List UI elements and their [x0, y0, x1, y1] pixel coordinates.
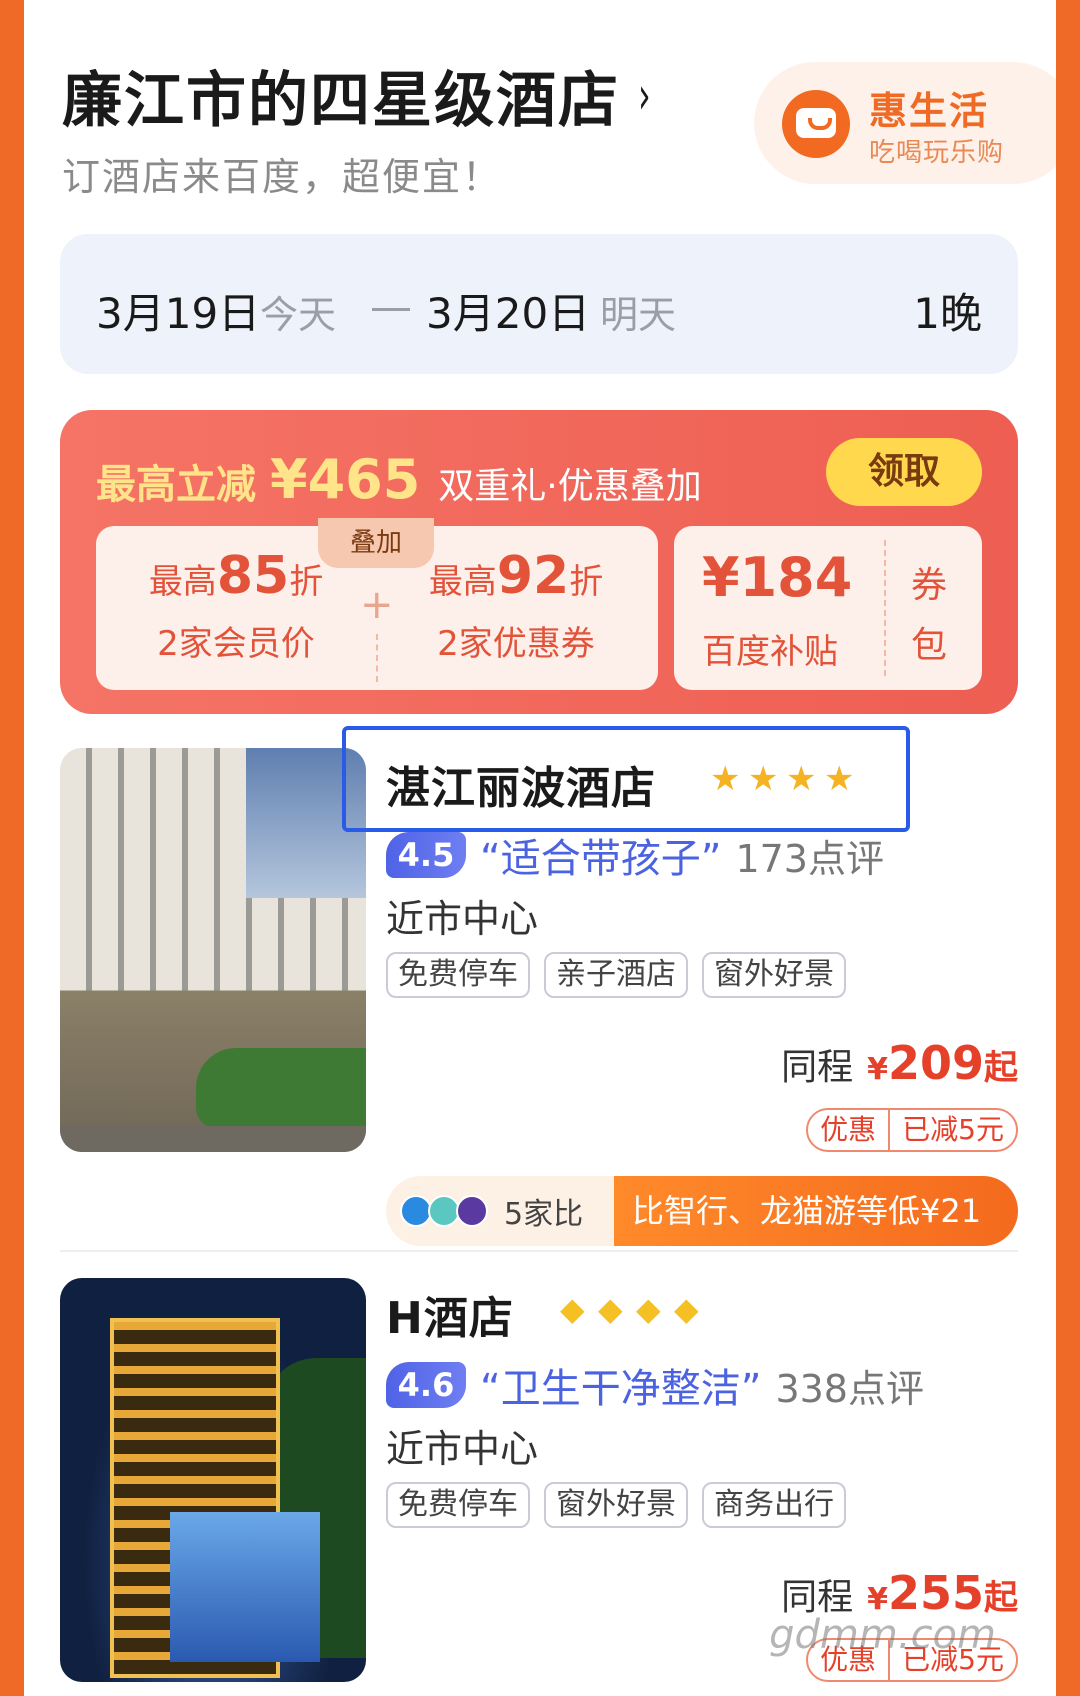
hotel-photo[interactable]	[60, 748, 366, 1152]
diamond-icon: ◆	[636, 1290, 661, 1328]
score-badge: 4.6	[386, 1362, 466, 1408]
coupon-badge: 优惠 已减5元	[806, 1108, 1018, 1152]
star-icon: ★	[824, 759, 855, 799]
hotel-tags: 免费停车 窗外好景 商务出行	[386, 1482, 846, 1528]
tag: 免费停车	[386, 952, 530, 998]
compare-left: 5家比	[386, 1176, 614, 1246]
page-title: 廉江市的四星级酒店	[62, 66, 620, 136]
currency-symbol: ¥	[867, 1052, 888, 1087]
rating-row: 4.5 “适合带孩子” 173点评	[386, 826, 884, 884]
promo-amount: ¥465	[270, 448, 421, 511]
compare-count: 5家比	[504, 1197, 584, 1232]
smile-bag-icon	[782, 90, 850, 158]
review-quote: “适合带孩子”	[480, 836, 722, 882]
coupon-left: 优惠	[808, 1110, 891, 1150]
hotel-card[interactable]: 湛江丽波酒店 ★ ★ ★ ★ 4.5 “适合带孩子” 173点评 近市中心 免费…	[60, 726, 1018, 1246]
hui-life-subtitle: 吃喝玩乐购	[869, 138, 1005, 168]
diamond-icon: ◆	[560, 1290, 585, 1328]
tag: 窗外好景	[544, 1482, 688, 1528]
subsidy-label: 百度补贴	[702, 632, 838, 672]
hotel-location: 近市中心	[386, 1427, 539, 1471]
hotel-location: 近市中心	[386, 897, 539, 941]
claim-button[interactable]: 领取	[826, 438, 982, 506]
watermark: gdmm.com	[769, 1612, 996, 1658]
page-title-row[interactable]: 廉江市的四星级酒店 ›	[62, 52, 655, 139]
member-discount-value: 最高85折	[148, 546, 324, 606]
member-discount: 最高85折 2家会员价	[106, 546, 366, 665]
dashed-divider	[884, 540, 886, 676]
diamond-icon: ◆	[598, 1290, 623, 1328]
promo-label: 最高立减	[96, 462, 256, 508]
coupon-discount-note: 2家优惠券	[437, 624, 595, 664]
review-count: 338点评	[775, 1366, 924, 1411]
chevron-right-icon: ›	[638, 65, 651, 126]
diamond-icon: ◆	[674, 1290, 699, 1328]
hotel-tags: 免费停车 亲子酒店 窗外好景	[386, 952, 846, 998]
discount-box[interactable]: 叠加 最高85折 2家会员价 + 最高92折 2家优惠券	[96, 518, 658, 690]
checkin-date: 3月19日	[96, 289, 261, 338]
coupon-discount: 最高92折 2家优惠券	[386, 546, 646, 665]
rating-row: 4.6 “卫生干净整洁” 338点评	[386, 1356, 924, 1414]
nights-count: 1晚	[913, 289, 982, 338]
hotel-photo[interactable]	[60, 1278, 366, 1682]
page-subtitle: 订酒店来百度，超便宜！	[62, 155, 503, 199]
hotel-name: H酒店	[386, 1293, 514, 1344]
subsidy-amount: ¥184	[702, 546, 853, 609]
star-rating: ★ ★ ★ ★	[710, 762, 858, 796]
tag: 亲子酒店	[544, 952, 688, 998]
subsidy-box[interactable]: ¥184 百度补贴 券包	[674, 526, 982, 690]
review-count: 173点评	[735, 836, 884, 881]
star-icon: ★	[786, 759, 817, 799]
price-row: 同程 ¥ 209 起	[781, 1036, 1018, 1090]
date-selector[interactable]: 3月19日 今天 3月20日 明天 1晚	[60, 234, 1018, 374]
tag: 免费停车	[386, 1482, 530, 1528]
platform-logos	[400, 1195, 488, 1227]
coupon-discount-value: 最高92折	[428, 546, 604, 606]
price-value: 209	[887, 1036, 984, 1090]
coupon-pack-label: 券包	[910, 565, 947, 666]
review-quote: “卫生干净整洁”	[480, 1366, 762, 1412]
checkout-date: 3月20日	[426, 289, 591, 338]
tag: 商务出行	[702, 1482, 846, 1528]
hui-life-entry[interactable]: 惠生活 吃喝玩乐购	[754, 62, 1056, 184]
promo-banner: 最高立减 ¥465 双重礼·优惠叠加 领取 叠加 最高85折 2家会员价 + 最…	[60, 410, 1018, 714]
checkout-weekday: 明天	[600, 293, 677, 337]
tag: 窗外好景	[702, 952, 846, 998]
promo-desc: 双重礼·优惠叠加	[438, 466, 702, 507]
star-icon: ★	[748, 759, 779, 799]
star-icon: ★	[710, 759, 741, 799]
hotel-list-card: 廉江市的四星级酒店 › 订酒店来百度，超便宜！ 惠生活 吃喝玩乐购 3月19日 …	[24, 0, 1056, 1696]
date-range-dash	[372, 308, 410, 311]
price-source: 同程	[781, 1047, 854, 1088]
hotel-name: 湛江丽波酒店	[386, 763, 656, 814]
list-divider	[60, 1250, 1018, 1252]
coupon-right: 已减5元	[902, 1113, 1004, 1146]
ufo-logo-icon	[456, 1195, 488, 1227]
dashed-divider	[376, 634, 378, 682]
compare-text: 比智行、龙猫游等低¥21	[614, 1176, 1018, 1246]
checkin-weekday: 今天	[260, 293, 337, 337]
promo-header: 最高立减 ¥465 双重礼·优惠叠加	[96, 448, 702, 511]
diamond-rating: ◆ ◆ ◆ ◆	[560, 1292, 708, 1326]
score-badge: 4.5	[386, 832, 466, 878]
price-compare-bar[interactable]: 5家比 比智行、龙猫游等低¥21	[386, 1176, 1018, 1246]
hui-life-title: 惠生活	[869, 89, 990, 133]
price-suffix: 起	[984, 1048, 1018, 1088]
member-discount-note: 2家会员价	[157, 624, 315, 664]
